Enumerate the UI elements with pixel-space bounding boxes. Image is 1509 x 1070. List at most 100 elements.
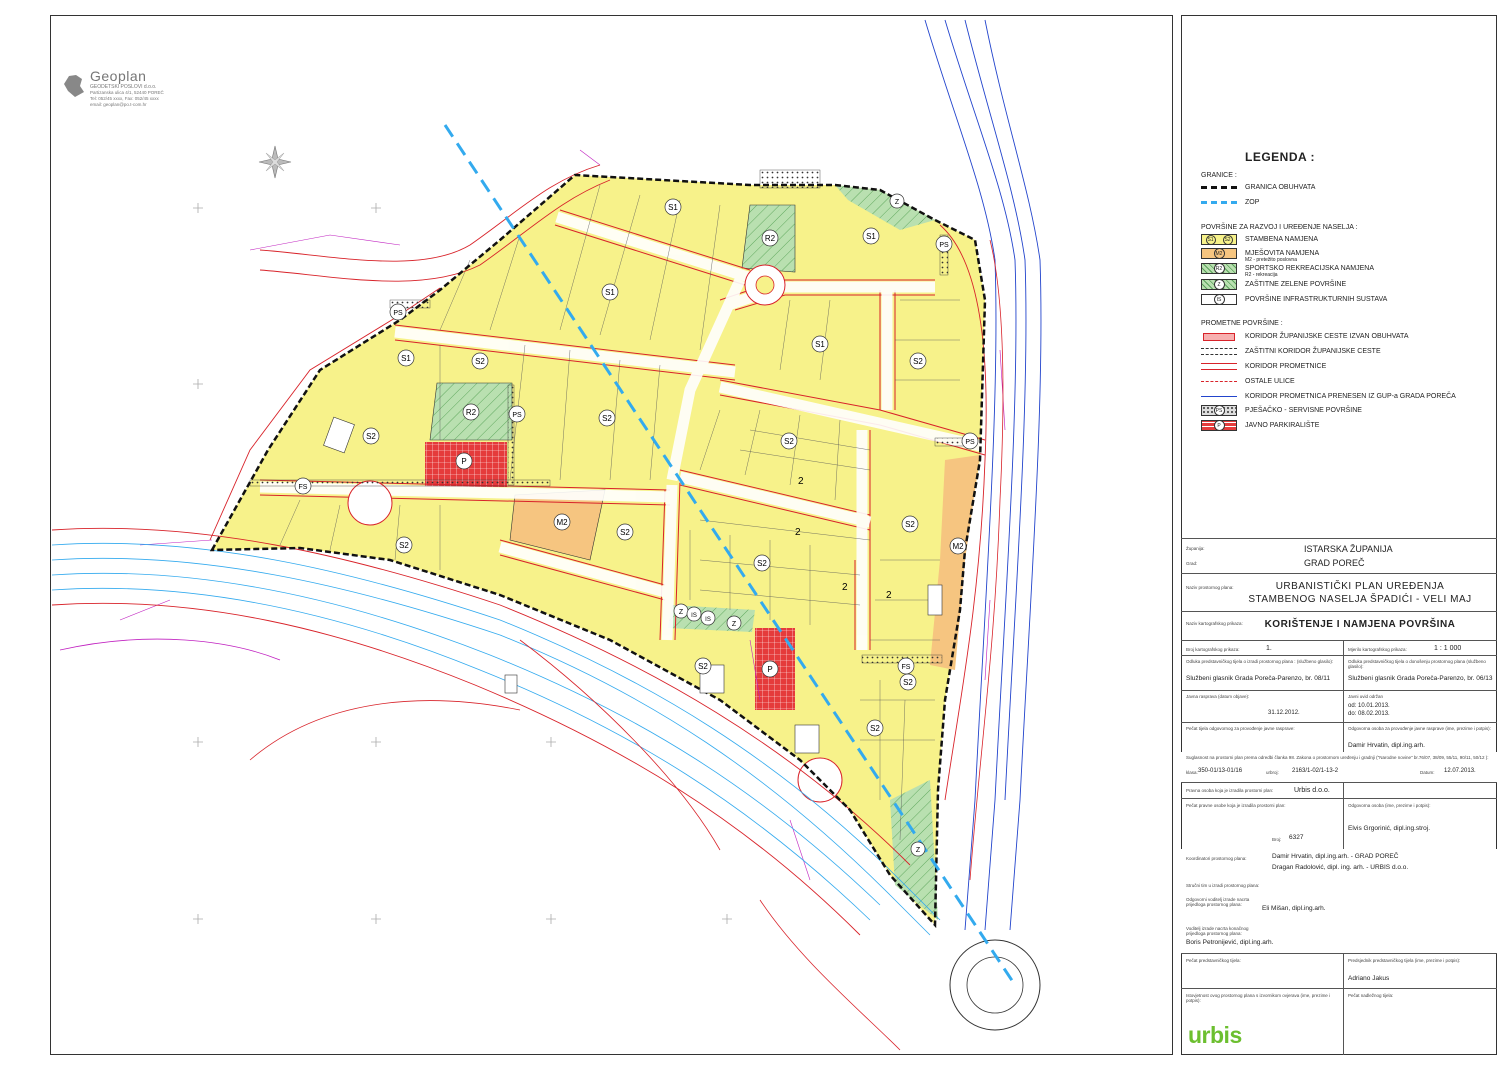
svg-text:S2: S2 (366, 432, 376, 441)
legend-item-stambena: S1 S2 STAMBENA NAMJENA (1201, 233, 1318, 246)
legend-item-koridor-gup: KORIDOR PROMETNICA PRENESEN IZ GUP-a GRA… (1201, 390, 1456, 403)
legend-label: SPORTSKO REKREACIJSKA NAMJENA (1245, 265, 1375, 272)
protective-corridor-icon (1201, 346, 1237, 357)
zone-number: 2 (798, 476, 804, 487)
svg-text:S2: S2 (620, 528, 630, 537)
svg-text:Z: Z (916, 847, 921, 854)
zone-label: PS (508, 405, 526, 423)
pedestrian-swatch-icon: PS (1201, 405, 1237, 416)
legend-label: OSTALE ULICE (1245, 378, 1295, 385)
city-name: GRAD POREČ (1304, 558, 1365, 568)
turnaround-west (347, 480, 393, 526)
legend-label: ZAŠTITNI KORIDOR ŽUPANIJSKE CESTE (1245, 348, 1381, 355)
legend-item-koridor-prom: KORIDOR PROMETNICE (1201, 360, 1326, 373)
zone-label: IS (686, 606, 702, 622)
svg-text:S1: S1 (866, 232, 876, 241)
svg-text:IS: IS (705, 617, 711, 623)
svg-text:R2: R2 (765, 234, 776, 243)
legend-label: KORIDOR PROMETNICE (1245, 363, 1327, 370)
zone-label: S1 (397, 349, 415, 367)
svg-text:P: P (767, 665, 772, 674)
p-symbol: P (1213, 420, 1225, 431)
plan-title-line2: STAMBENOG NASELJA ŠPADIĆI - VELI MAJ (1248, 594, 1472, 605)
zop-line-icon (1201, 197, 1237, 208)
legend-label: JAVNO PARKIRALIŠTE (1245, 422, 1320, 429)
r2-symbol: R2 (1213, 263, 1225, 274)
green-zone-swatch-icon: Z (1201, 279, 1237, 290)
svg-text:M2: M2 (556, 518, 568, 527)
z-symbol: Z (1213, 279, 1225, 290)
zone-label: PS (961, 432, 979, 450)
is-symbol: IS (1213, 294, 1225, 305)
zone-label: S2 (471, 352, 489, 370)
zone-label: S2 (901, 515, 919, 533)
legend-item-zastitne: Z ZAŠTITNE ZELENE POVRŠINE (1201, 278, 1346, 291)
legend-item-parking: P JAVNO PARKIRALIŠTE (1201, 419, 1319, 432)
svg-text:PS: PS (393, 310, 403, 317)
parking-swatch-icon: P (1201, 420, 1237, 431)
gup-corridor-icon (1201, 391, 1237, 402)
zone-label: Z (889, 193, 905, 209)
svg-text:M2: M2 (952, 542, 964, 551)
legend-item-pjesacko: PS PJEŠAČKO - SERVISNE POVRŠINE (1201, 404, 1362, 417)
legend-item-zop: ZOP (1201, 196, 1259, 209)
zone-label: S1 (862, 227, 880, 245)
svg-text:PS: PS (939, 242, 949, 249)
zone-label: R2 (462, 403, 480, 421)
svg-text:S2: S2 (870, 724, 880, 733)
zone-label: S2 (598, 409, 616, 427)
s1-symbol: S1 (1205, 234, 1216, 245)
zone-label: S2 (616, 523, 634, 541)
zone-label: P (455, 452, 473, 470)
zone-label: S1 (664, 198, 682, 216)
other-streets-icon (1201, 376, 1237, 387)
zone-label: P (761, 660, 779, 678)
zone-label: M2 (949, 537, 967, 555)
legend-label: ZOP (1245, 199, 1260, 206)
infrastructure-swatch-icon: IS (1201, 294, 1237, 305)
zone-label: Z (726, 615, 742, 631)
zone-label: FS (294, 477, 312, 495)
road-corridor-icon (1201, 361, 1237, 372)
legend-item-infra: IS POVRŠINE INFRASTRUKTURNIH SUSTAVA (1201, 293, 1387, 306)
svg-text:IS: IS (691, 613, 697, 619)
zone-label: R2 (761, 229, 779, 247)
svg-text:FS: FS (902, 664, 911, 671)
svg-text:S2: S2 (698, 662, 708, 671)
svg-text:FS: FS (299, 484, 308, 491)
county-road-icon (1201, 331, 1237, 342)
svg-text:S2: S2 (475, 357, 485, 366)
m2-symbol: M2 (1213, 248, 1225, 259)
svg-text:S1: S1 (815, 340, 825, 349)
legend-label: PJEŠAČKO - SERVISNE POVRŠINE (1245, 407, 1362, 414)
legend-label: STAMBENA NAMJENA (1245, 236, 1318, 243)
legend-label: KORIDOR PROMETNICA PRENESEN IZ GUP-a GRA… (1245, 393, 1456, 400)
zone-label: PS (935, 235, 953, 253)
zone-label: Z (673, 603, 689, 619)
svg-text:Z: Z (679, 609, 684, 616)
svg-text:S2: S2 (913, 357, 923, 366)
zone-label: PS (389, 303, 407, 321)
svg-text:PS: PS (512, 412, 522, 419)
plan-title-line1: URBANISTIČKI PLAN UREĐENJA (1275, 581, 1445, 592)
svg-text:PS: PS (965, 439, 975, 446)
zone-label: S2 (362, 427, 380, 445)
legend-label: POVRŠINE INFRASTRUKTURNIH SUSTAVA (1245, 296, 1388, 303)
svg-text:S2: S2 (903, 678, 913, 687)
zone-label: S2 (395, 536, 413, 554)
zone-label: S2 (866, 719, 884, 737)
legend-section-prometne: PROMETNE POVRŠINE : (1201, 320, 1283, 327)
legend-section-granice: GRANICE : (1201, 172, 1237, 179)
land-use-map: S1 S1 S1 S1 S1 S2 S2 S2 S2 S2 S2 S2 S2 S… (51, 19, 1042, 1051)
legend-title: LEGENDA : (1245, 150, 1316, 164)
svg-text:S1: S1 (605, 288, 615, 297)
county-name: ISTARSKA ŽUPANIJA (1304, 544, 1393, 554)
legend-section-povrsine: POVRŠINE ZA RAZVOJ I UREĐENJE NASELJA : (1201, 224, 1358, 231)
svg-text:S2: S2 (602, 414, 612, 423)
residential-swatch-icon: S1 S2 (1201, 234, 1237, 245)
svg-text:R2: R2 (466, 408, 477, 417)
svg-text:P: P (461, 457, 466, 466)
zone-label: S2 (899, 673, 917, 691)
legend-item-koridor-zup: KORIDOR ŽUPANIJSKE CESTE IZVAN OBUHVATA (1201, 330, 1409, 343)
zone-label: Z (910, 841, 926, 857)
